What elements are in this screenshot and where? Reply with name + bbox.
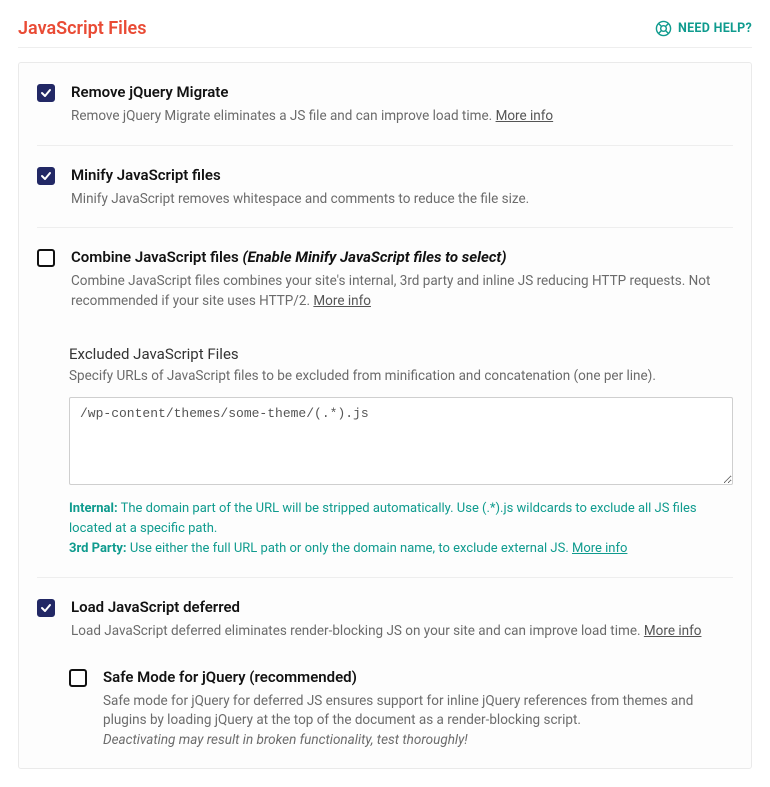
more-info-link[interactable]: More info [572, 541, 627, 556]
setting-title: Remove jQuery Migrate [71, 83, 733, 101]
help-icon [655, 20, 672, 37]
settings-panel: Remove jQuery Migrate Remove jQuery Migr… [18, 62, 752, 769]
setting-remove-jquery-migrate: Remove jQuery Migrate Remove jQuery Migr… [37, 63, 733, 146]
setting-desc: Remove jQuery Migrate eliminates a JS fi… [71, 107, 733, 127]
setting-notice: (Enable Minify JavaScript files to selec… [242, 248, 506, 266]
section-title: JavaScript Files [18, 18, 146, 39]
excluded-js-sublabel: Specify URLs of JavaScript files to be e… [69, 367, 733, 387]
excluded-js-hints: Internal: The domain part of the URL wil… [69, 499, 733, 559]
excluded-js-textarea[interactable] [69, 397, 733, 485]
setting-desc: Combine JavaScript files combines your s… [71, 272, 733, 311]
setting-title: Load JavaScript deferred [71, 598, 733, 616]
check-icon [40, 602, 52, 614]
setting-title: Safe Mode for jQuery (recommended) [103, 668, 733, 686]
more-info-link[interactable]: More info [644, 623, 702, 639]
setting-desc: Load JavaScript deferred eliminates rend… [71, 622, 733, 642]
hint-3p-label: 3rd Party: [69, 541, 127, 556]
setting-desc: Safe mode for jQuery for deferred JS ens… [103, 692, 733, 751]
checkbox-safe-mode-jquery[interactable] [69, 669, 87, 687]
setting-title: Minify JavaScript files [71, 166, 733, 184]
setting-title: Combine JavaScript files (Enable Minify … [71, 248, 733, 266]
excluded-js-label: Excluded JavaScript Files [69, 345, 733, 363]
checkbox-minify-js[interactable] [37, 167, 55, 185]
more-info-link[interactable]: More info [313, 293, 371, 309]
setting-combine-js: Combine JavaScript files (Enable Minify … [37, 228, 733, 578]
hint-internal-label: Internal: [69, 501, 118, 516]
checkbox-combine-js[interactable] [37, 249, 55, 267]
setting-defer-js: Load JavaScript deferred Load JavaScript… [37, 578, 733, 768]
checkbox-remove-jquery-migrate[interactable] [37, 84, 55, 102]
check-icon [40, 87, 52, 99]
section-header: JavaScript Files NEED HELP? [18, 18, 752, 48]
need-help-label: NEED HELP? [678, 21, 752, 36]
checkbox-defer-js[interactable] [37, 599, 55, 617]
need-help-link[interactable]: NEED HELP? [655, 20, 752, 37]
check-icon [40, 170, 52, 182]
setting-warning: Deactivating may result in broken functi… [103, 732, 468, 748]
more-info-link[interactable]: More info [496, 108, 554, 124]
setting-desc: Minify JavaScript removes whitespace and… [71, 190, 733, 210]
setting-minify-js: Minify JavaScript files Minify JavaScrip… [37, 146, 733, 229]
